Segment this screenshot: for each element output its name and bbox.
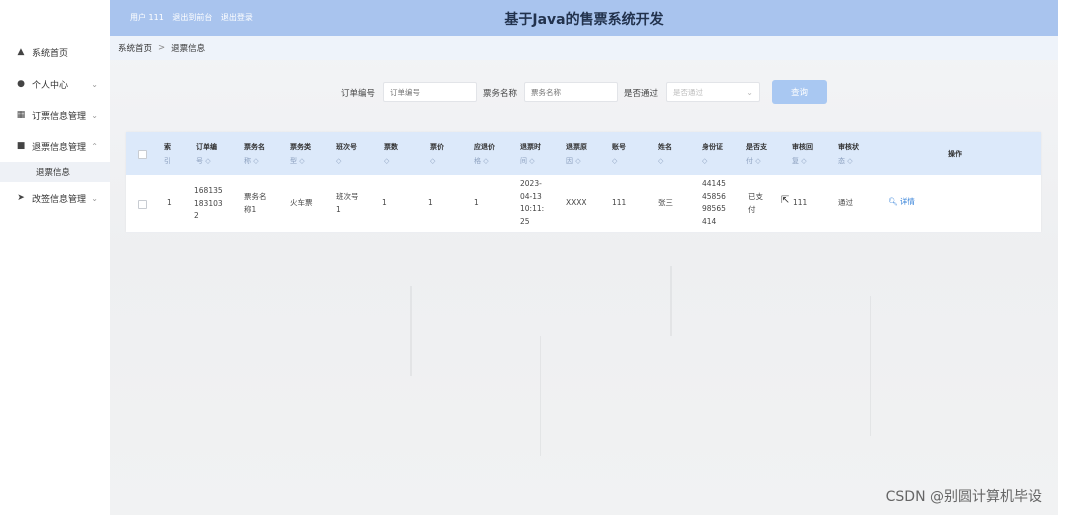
- query-button[interactable]: 查询: [772, 80, 827, 104]
- sidebar: ▲ 系统首页 ● 个人中心 ⌄ ▦ 订票信息管理 ⌄ ■ 退票信息管理 ⌃ 退票…: [0, 0, 111, 515]
- sidebar-item-label: 改签信息管理: [32, 194, 87, 205]
- column-header-count[interactable]: 票数 ◇: [384, 140, 398, 168]
- sidebar-item-personal-center[interactable]: ● 个人中心 ⌄: [0, 70, 110, 98]
- cell-account: 111: [612, 198, 627, 207]
- background-texture: [540, 336, 541, 456]
- cell-ticket-name: 票务名 称1: [244, 192, 267, 214]
- column-header-price[interactable]: 票价 ◇: [430, 140, 444, 168]
- cell-index: 1: [167, 198, 172, 207]
- user-icon: ●: [17, 79, 25, 89]
- column-header-refund-amount[interactable]: 应退价格 ◇: [474, 140, 495, 168]
- row-checkbox[interactable]: [138, 200, 147, 209]
- column-header-name[interactable]: 姓名 ◇: [658, 140, 672, 168]
- sidebar-subitem-label: 退票信息: [36, 168, 71, 178]
- sidebar-item-label: 订票信息管理: [32, 111, 87, 122]
- detail-button[interactable]: 🔍︎ 详情: [888, 196, 915, 209]
- column-header-ticket-name[interactable]: 票务名称 ◇: [244, 140, 265, 168]
- sidebar-item-home[interactable]: ▲ 系统首页: [0, 38, 110, 66]
- grid-icon: ▦: [16, 110, 26, 120]
- column-header-review-status[interactable]: 审核状态 ◇: [838, 140, 859, 168]
- table-header: 索引 订单编号 ◇ 票务名称 ◇ 票务类型 ◇ 班次号 ◇ 票数 ◇ 票价 ◇ 应退价…: [126, 132, 1041, 175]
- cell-review-status: 通过: [838, 198, 853, 207]
- order-no-label: 订单编号: [341, 89, 376, 99]
- sidebar-item-label: 退票信息管理: [32, 142, 87, 153]
- main-content: 系统首页 > 退票信息 订单编号 票务名称 是否通过 是否通过 ⌄ 查询 索引 …: [110, 36, 1058, 515]
- breadcrumb-current: 退票信息: [171, 44, 206, 54]
- cell-id-card: 44145 45856 98565 414: [702, 179, 726, 226]
- page-title: 基于Java的售票系统开发: [504, 12, 664, 28]
- order-no-input[interactable]: [383, 82, 477, 102]
- background-texture: [870, 296, 871, 436]
- table-row: 1 168135 183103 2 票务名 称1 火车票 班次号 1 1 1 1 202…: [126, 175, 1041, 233]
- ticket-name-label: 票务名称: [483, 89, 518, 99]
- pass-status-select[interactable]: 是否通过 ⌄: [666, 82, 760, 102]
- detail-label: 详情: [899, 197, 915, 206]
- cell-refund-time: 2023- 04-13 10:11: 25: [520, 179, 545, 226]
- column-header-review-reply[interactable]: 审核回复 ◇: [792, 140, 813, 168]
- mouse-cursor-icon: ⇱: [781, 195, 790, 206]
- column-header-paid[interactable]: 是否支付 ◇: [746, 140, 767, 168]
- search-icon: 🔍︎: [888, 197, 898, 206]
- select-all-checkbox[interactable]: [138, 150, 147, 159]
- breadcrumb-home[interactable]: 系统首页: [118, 42, 152, 54]
- cell-train-no: 班次号 1: [336, 192, 359, 214]
- data-table: 索引 订单编号 ◇ 票务名称 ◇ 票务类型 ◇ 班次号 ◇ 票数 ◇ 票价 ◇ 应退价…: [126, 132, 1041, 233]
- ticket-name-input[interactable]: [524, 82, 618, 102]
- column-header-id-card[interactable]: 身份证 ◇: [702, 140, 723, 168]
- column-header-account[interactable]: 账号 ◇: [612, 140, 626, 168]
- sidebar-subitem-refund-info[interactable]: 退票信息: [0, 162, 110, 182]
- chevron-down-icon: ⌄: [91, 110, 98, 120]
- sidebar-item-booking-management[interactable]: ▦ 订票信息管理 ⌄: [0, 101, 110, 129]
- cell-review-reply: 111: [793, 198, 808, 207]
- folder-icon: ■: [16, 141, 26, 151]
- cell-order-no: 168135 183103 2: [194, 186, 223, 220]
- chevron-up-icon: ⌃: [91, 141, 98, 151]
- home-icon: ▲: [17, 47, 25, 57]
- chevron-down-icon: ⌄: [91, 79, 98, 89]
- chevron-down-icon: ⌄: [91, 193, 98, 203]
- column-header-index[interactable]: 索引: [164, 140, 171, 168]
- cell-price: 1: [428, 198, 433, 207]
- sidebar-item-change-management[interactable]: ➤ 改签信息管理 ⌄: [0, 184, 110, 212]
- cell-count: 1: [382, 198, 387, 207]
- cell-ticket-type: 火车票: [290, 198, 313, 207]
- top-header: 用户 111 退出到前台 退出登录 基于Java的售票系统开发: [110, 0, 1058, 36]
- cell-paid: 已支付: [748, 192, 763, 214]
- sidebar-item-label: 系统首页: [32, 48, 69, 59]
- cell-name: 张三: [658, 198, 673, 207]
- background-texture: [670, 266, 672, 336]
- column-header-order-no[interactable]: 订单编号 ◇: [196, 140, 217, 168]
- send-icon: ➤: [17, 193, 25, 203]
- chevron-down-icon: ⌄: [746, 87, 753, 97]
- sidebar-item-label: 个人中心: [32, 80, 69, 91]
- watermark-text: CSDN @别圆计算机毕设: [885, 489, 1042, 505]
- pass-status-placeholder: 是否通过: [673, 87, 703, 97]
- column-header-refund-time[interactable]: 退票时间 ◇: [520, 140, 541, 168]
- column-header-actions: 操作: [948, 150, 962, 158]
- breadcrumb-separator: >: [158, 43, 166, 53]
- column-header-refund-reason[interactable]: 退票原因 ◇: [566, 140, 587, 168]
- pass-status-label: 是否通过: [624, 89, 659, 99]
- search-bar: 订单编号 票务名称 是否通过 是否通过 ⌄ 查询: [110, 80, 1058, 104]
- column-header-train-no[interactable]: 班次号 ◇: [336, 140, 357, 168]
- background-texture: [410, 286, 412, 376]
- column-header-ticket-type[interactable]: 票务类型 ◇: [290, 140, 311, 168]
- breadcrumb: 系统首页 > 退票信息: [110, 36, 1058, 60]
- sidebar-item-refund-management[interactable]: ■ 退票信息管理 ⌃: [0, 132, 110, 160]
- cell-refund-amount: 1: [474, 198, 479, 207]
- cell-refund-reason: XXXX: [566, 198, 587, 207]
